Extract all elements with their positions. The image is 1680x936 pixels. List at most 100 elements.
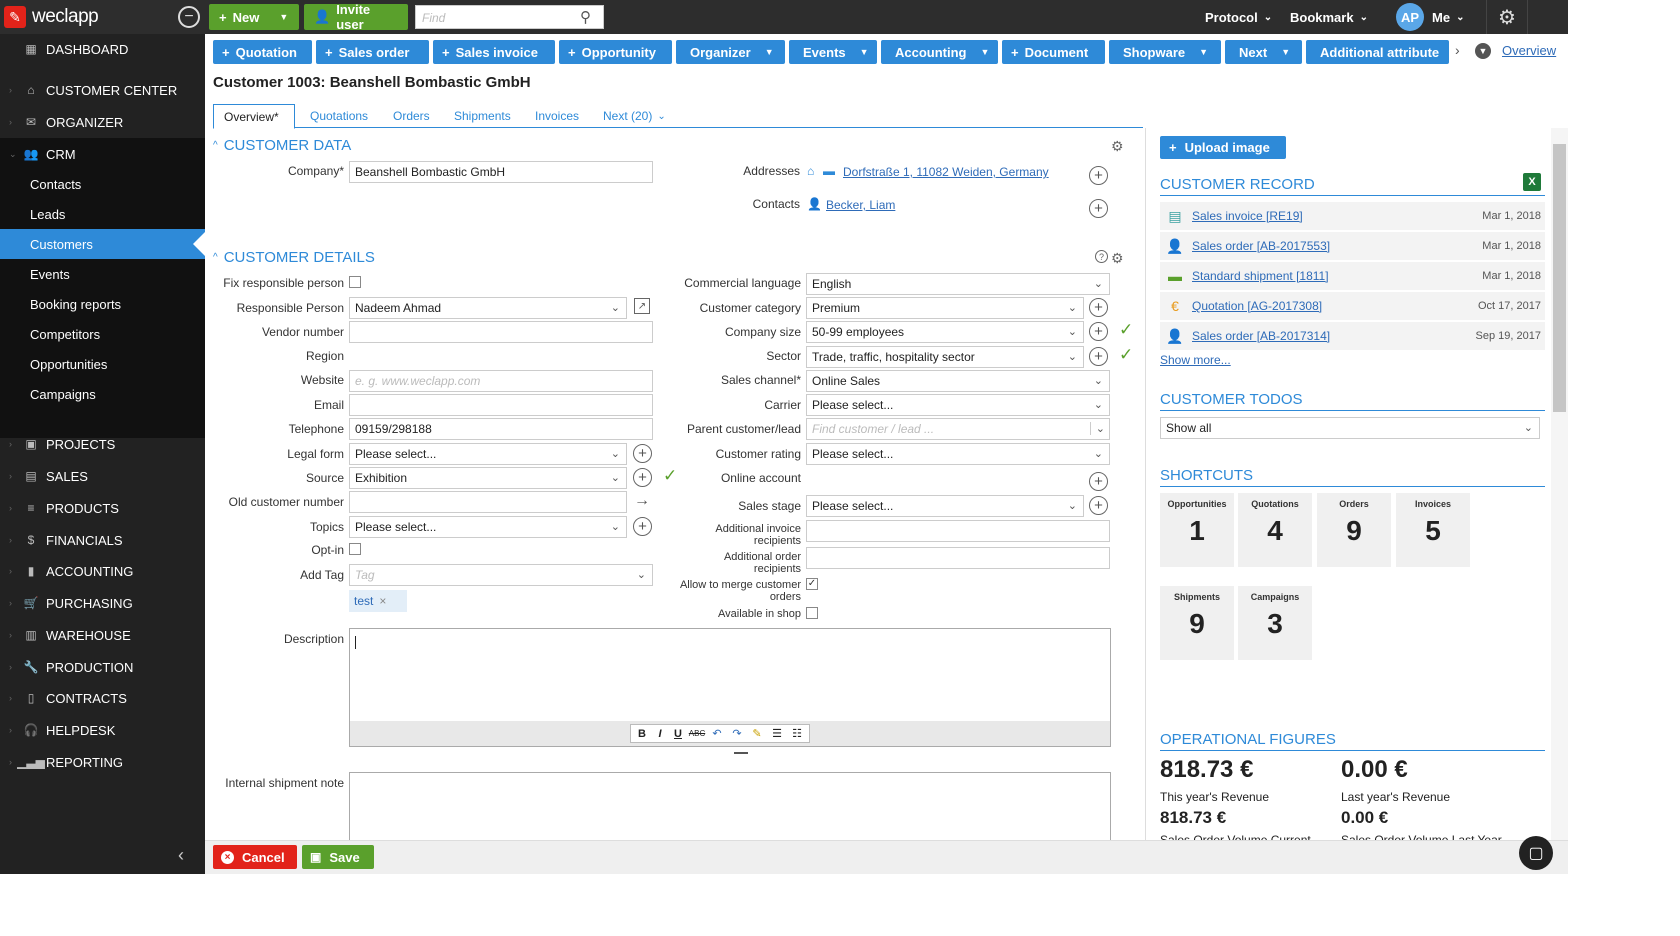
add-category-icon[interactable]: + <box>1089 298 1108 317</box>
chevron-down-circle-icon[interactable]: ▼ <box>1475 43 1491 59</box>
sidebar-item-reporting[interactable]: › ▁▃▅ REPORTING <box>0 747 205 777</box>
add-online-account-icon[interactable]: + <box>1089 472 1108 491</box>
shopware-button[interactable]: Shopware ▼ <box>1109 40 1221 64</box>
sidebar-item-campaigns[interactable]: Campaigns <box>0 379 205 409</box>
old-customer-number-input[interactable] <box>349 491 627 513</box>
tab-invoices[interactable]: Invoices <box>525 104 589 128</box>
customer-details-heading[interactable]: ^ CUSTOMER DETAILS <box>213 249 375 266</box>
accounting-button[interactable]: Accounting ▼ <box>881 40 998 64</box>
telephone-input[interactable]: 09159/298188 <box>349 418 653 440</box>
tab-quotations[interactable]: Quotations <box>300 104 378 128</box>
carrier-select[interactable]: Please select... ⌄ <box>806 394 1110 416</box>
organizer-button[interactable]: Organizer ▼ <box>676 40 785 64</box>
shortcut-opportunities[interactable]: Opportunities 1 <box>1160 493 1234 567</box>
sales-channel-select[interactable]: Online Sales ⌄ <box>806 370 1110 392</box>
resize-handle-icon[interactable] <box>734 752 748 754</box>
italic-icon[interactable]: I <box>652 728 668 740</box>
find-input[interactable]: Find <box>415 5 604 29</box>
me-menu[interactable]: Me ⌄ <box>1432 0 1464 34</box>
sidebar-item-booking-reports[interactable]: Booking reports <box>0 289 205 319</box>
sidebar-item-leads[interactable]: Leads <box>0 199 205 229</box>
tag-input[interactable]: Tag ⌄ <box>349 564 653 586</box>
add-legal-form-icon[interactable]: + <box>633 444 652 463</box>
numbered-list-icon[interactable]: ☷ <box>788 727 806 740</box>
topics-select[interactable]: Please select... ⌄ <box>349 516 627 538</box>
source-select[interactable]: Exhibition ⌄ <box>349 467 627 489</box>
shortcut-orders[interactable]: Orders 9 <box>1317 493 1391 567</box>
sidebar-item-customers[interactable]: Customers <box>0 229 205 259</box>
contact-link[interactable]: Becker, Liam <box>826 198 895 212</box>
add-contact-icon[interactable]: + <box>1089 199 1108 218</box>
new-button[interactable]: + New ▼ <box>209 4 299 30</box>
sidebar-item-crm[interactable]: ⌄ 👥 CRM <box>0 139 205 169</box>
add-sector-icon[interactable]: + <box>1089 347 1108 366</box>
sidebar-item-helpdesk[interactable]: › 🎧 HELPDESK <box>0 715 205 745</box>
sidebar-item-purchasing[interactable]: › 🛒 PURCHASING <box>0 588 205 618</box>
legal-form-select[interactable]: Please select... ⌄ <box>349 443 627 465</box>
add-sales-stage-icon[interactable]: + <box>1089 496 1108 515</box>
available-in-shop-checkbox[interactable] <box>806 607 818 619</box>
strikethrough-icon[interactable]: ABC <box>688 729 706 738</box>
next-button[interactable]: Next ▼ <box>1225 40 1302 64</box>
sidebar-item-sales[interactable]: › ▤ SALES <box>0 461 205 491</box>
additional-invoice-recipients-input[interactable] <box>806 520 1110 542</box>
settings-gear-icon[interactable]: ⚙ <box>1486 0 1528 34</box>
parent-customer-input[interactable]: Find customer / lead ... ⌄ <box>806 418 1110 440</box>
todos-filter-select[interactable]: Show all ⌄ <box>1160 417 1540 439</box>
arrow-right-icon[interactable]: → <box>634 492 650 510</box>
redo-icon[interactable]: ↷ <box>728 727 746 740</box>
save-button[interactable]: ▣ Save <box>302 845 374 869</box>
sidebar-item-opportunities[interactable]: Opportunities <box>0 349 205 379</box>
customer-data-heading[interactable]: ^ CUSTOMER DATA <box>213 137 351 154</box>
commercial-language-select[interactable]: English ⌄ <box>806 273 1110 295</box>
shortcut-quotations[interactable]: Quotations 4 <box>1238 493 1312 567</box>
add-source-icon[interactable]: + <box>633 468 652 487</box>
record-row[interactable]: 👤 Sales order [AB-2017314] Sep 19, 2017 <box>1160 322 1545 350</box>
tab-shipments[interactable]: Shipments <box>444 104 521 128</box>
app-logo[interactable]: ✎ weclapp <box>4 4 99 30</box>
section-settings-gear-icon[interactable]: ⚙ <box>1111 250 1124 267</box>
add-company-size-icon[interactable]: + <box>1089 322 1108 341</box>
add-address-icon[interactable]: + <box>1089 166 1108 185</box>
website-input[interactable]: e. g. www.weclapp.com <box>349 370 653 392</box>
chevron-left-icon[interactable]: ‹ <box>178 845 184 866</box>
opportunity-button[interactable]: + Opportunity <box>559 40 672 64</box>
add-topic-icon[interactable]: + <box>633 517 652 536</box>
sidebar-item-customer-center[interactable]: › ⌂ CUSTOMER CENTER <box>0 75 205 105</box>
sidebar-item-production[interactable]: › 🔧 PRODUCTION <box>0 652 205 682</box>
section-settings-gear-icon[interactable]: ⚙ <box>1111 138 1124 155</box>
upload-image-button[interactable]: + Upload image <box>1160 136 1286 159</box>
clear-format-icon[interactable]: ✎ <box>748 727 766 740</box>
sidebar-item-contracts[interactable]: › ▯ CONTRACTS <box>0 683 205 713</box>
overview-link[interactable]: Overview <box>1502 43 1556 58</box>
sidebar-item-contacts[interactable]: Contacts <box>0 169 205 199</box>
sales-order-button[interactable]: + Sales order <box>316 40 429 64</box>
shortcut-invoices[interactable]: Invoices 5 <box>1396 493 1470 567</box>
record-row[interactable]: € Quotation [AG-2017308] Oct 17, 2017 <box>1160 292 1545 320</box>
bullet-list-icon[interactable]: ☰ <box>768 727 786 740</box>
remove-tag-icon[interactable]: × <box>379 594 386 608</box>
tab-overview[interactable]: Overview* <box>213 104 295 129</box>
chat-bubble-icon[interactable]: ▢ <box>1519 836 1553 870</box>
chevron-right-icon[interactable]: › <box>1455 42 1460 58</box>
bookmark-menu[interactable]: Bookmark ⌄ <box>1290 0 1368 34</box>
invite-user-button[interactable]: 👤 Invite user <box>304 2 408 32</box>
sidebar-item-projects[interactable]: › ▣ PROJECTS <box>0 429 205 459</box>
additional-order-recipients-input[interactable] <box>806 547 1110 569</box>
tab-orders[interactable]: Orders <box>383 104 440 128</box>
sales-invoice-button[interactable]: + Sales invoice <box>433 40 555 64</box>
cancel-button[interactable]: × Cancel <box>213 845 297 869</box>
undo-icon[interactable]: ↶ <box>708 727 726 740</box>
merge-orders-checkbox[interactable]: ✓ <box>806 578 818 590</box>
search-icon[interactable]: ⚲ <box>580 8 591 26</box>
record-row[interactable]: ▬ Standard shipment [1811] Mar 1, 2018 <box>1160 262 1545 290</box>
sidebar-item-organizer[interactable]: › ✉ ORGANIZER <box>0 107 205 137</box>
company-size-select[interactable]: 50-99 employees ⌄ <box>806 321 1084 343</box>
customer-category-select[interactable]: Premium ⌄ <box>806 297 1084 319</box>
opt-in-checkbox[interactable] <box>349 543 361 555</box>
protocol-menu[interactable]: Protocol ⌄ <box>1205 0 1272 34</box>
events-button[interactable]: Events ▼ <box>789 40 877 64</box>
open-external-icon[interactable]: ↗ <box>634 298 650 314</box>
sidebar-item-accounting[interactable]: › ▮ ACCOUNTING <box>0 556 205 586</box>
sidebar-item-competitors[interactable]: Competitors <box>0 319 205 349</box>
